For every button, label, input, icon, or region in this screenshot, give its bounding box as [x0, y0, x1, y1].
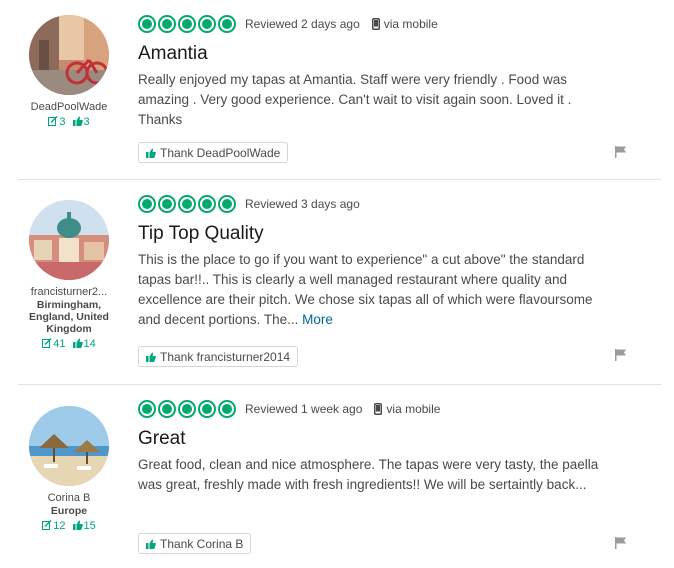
avatar[interactable]	[29, 15, 109, 95]
more-link[interactable]: More	[302, 312, 333, 327]
review-title[interactable]: Great	[138, 428, 618, 450]
review-body: Really enjoyed my tapas at Amantia. Staf…	[138, 72, 572, 127]
avatar[interactable]	[29, 406, 109, 486]
rating-bubbles	[138, 15, 236, 33]
thumbs-up-icon	[72, 338, 83, 348]
review-count: 41	[42, 338, 65, 350]
review-meta: Reviewed 3 days ago	[138, 193, 618, 215]
rating-bubble	[178, 400, 196, 418]
username[interactable]: Corina B	[18, 492, 120, 504]
review-content: Reviewed 3 days ago Tip Top Quality This…	[138, 180, 618, 330]
rating-bubble	[178, 15, 196, 33]
via-mobile: via mobile	[374, 402, 440, 416]
review-card: DeadPoolWade 3 3 Reviewed 2 days ago via…	[18, 0, 661, 180]
rating-bubble	[158, 195, 176, 213]
review-card: francisturner2... Birmingham, England, U…	[18, 180, 661, 385]
rating-bubble	[198, 195, 216, 213]
flag-icon[interactable]	[614, 348, 628, 362]
review-content: Reviewed 2 days ago via mobile Amantia R…	[138, 0, 618, 130]
rating-bubbles	[138, 400, 236, 418]
review-date: Reviewed 3 days ago	[245, 197, 360, 211]
flag-icon[interactable]	[614, 536, 628, 550]
review-count-icon	[42, 520, 52, 530]
member-info: francisturner2... Birmingham, England, U…	[18, 200, 120, 350]
review-card: Corina B Europe 12 15 Reviewed 1 week ag…	[18, 385, 661, 568]
helpful-count: 14	[72, 338, 96, 350]
review-title[interactable]: Tip Top Quality	[138, 223, 618, 245]
rating-bubble	[218, 400, 236, 418]
thumbs-up-icon	[146, 352, 156, 362]
rating-bubble	[218, 195, 236, 213]
username[interactable]: francisturner2...	[18, 286, 120, 298]
review-content: Reviewed 1 week ago via mobile Great Gre…	[138, 385, 618, 495]
thumbs-up-icon	[146, 148, 156, 158]
rating-bubble	[218, 15, 236, 33]
rating-bubble	[198, 15, 216, 33]
rating-bubble	[138, 15, 156, 33]
rating-bubble	[138, 195, 156, 213]
helpful-count: 15	[72, 520, 96, 532]
rating-bubble	[158, 15, 176, 33]
review-date: Reviewed 1 week ago	[245, 402, 363, 416]
contribution-counts: 12 15	[18, 520, 120, 532]
review-body: Great food, clean and nice atmosphere. T…	[138, 457, 599, 492]
thank-button[interactable]: Thank Corina B	[138, 533, 252, 554]
review-count-icon	[42, 338, 52, 348]
review-body: This is the place to go if you want to e…	[138, 252, 593, 327]
via-mobile: via mobile	[371, 17, 438, 31]
member-info: DeadPoolWade 3 3	[18, 15, 120, 128]
helpful-count: 3	[72, 116, 90, 128]
thumbs-up-icon	[146, 539, 156, 549]
review-count: 12	[42, 520, 65, 532]
rating-bubble	[138, 400, 156, 418]
review-count: 3	[48, 116, 65, 128]
thumbs-up-icon	[72, 520, 83, 530]
review-date: Reviewed 2 days ago	[245, 17, 360, 31]
rating-bubble	[158, 400, 176, 418]
review-count-icon	[48, 116, 58, 126]
avatar[interactable]	[29, 200, 109, 280]
flag-icon[interactable]	[614, 145, 628, 159]
mobile-phone-icon	[371, 18, 380, 30]
user-location: Europe	[50, 505, 88, 517]
thank-button[interactable]: Thank DeadPoolWade	[138, 142, 289, 163]
rating-bubble	[198, 400, 216, 418]
thank-button[interactable]: Thank francisturner2014	[138, 346, 299, 367]
review-meta: Reviewed 2 days ago via mobile	[138, 13, 618, 35]
username[interactable]: DeadPoolWade	[18, 101, 120, 113]
member-info: Corina B Europe 12 15	[18, 406, 120, 532]
review-title[interactable]: Amantia	[138, 43, 618, 65]
thumbs-up-icon	[72, 116, 83, 126]
contribution-counts: 3 3	[18, 116, 120, 128]
review-meta: Reviewed 1 week ago via mobile	[138, 398, 618, 420]
contribution-counts: 41 14	[18, 338, 120, 350]
rating-bubble	[178, 195, 196, 213]
user-location: Birmingham, England, United Kingdom	[29, 299, 109, 335]
rating-bubbles	[138, 195, 236, 213]
mobile-phone-icon	[374, 403, 383, 415]
